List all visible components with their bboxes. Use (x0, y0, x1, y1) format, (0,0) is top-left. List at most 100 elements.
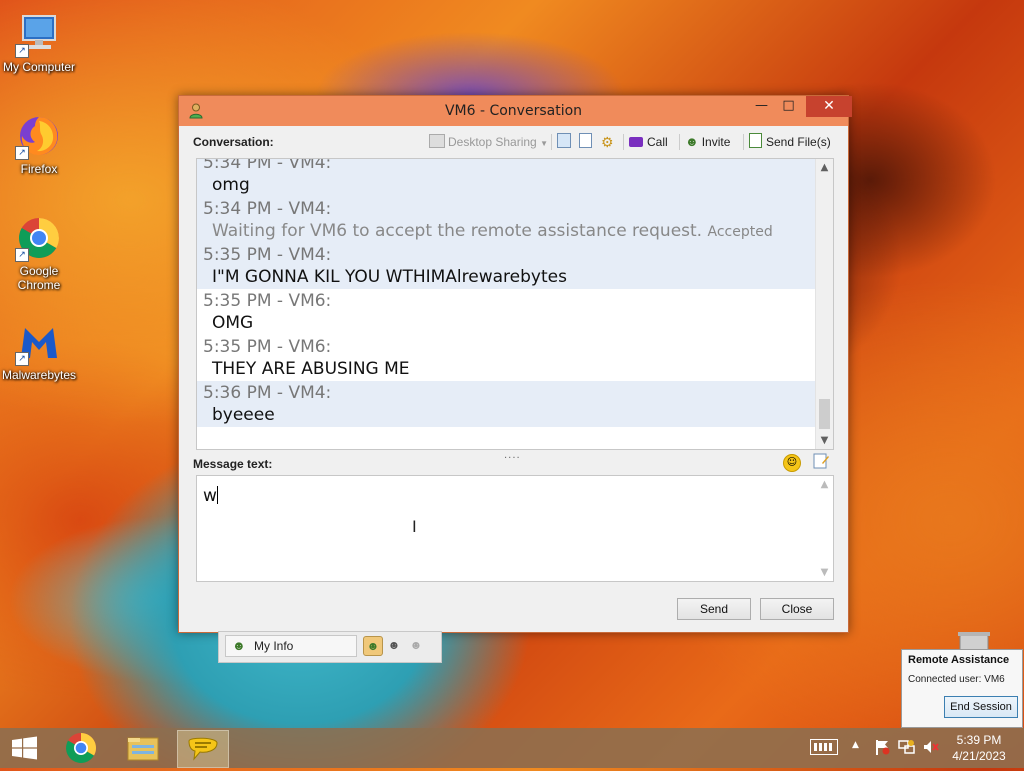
send-files-button[interactable]: Send File(s) (749, 133, 831, 151)
send-files-label: Send File(s) (766, 135, 831, 149)
desktop-icon-label: Google Chrome (17, 264, 61, 292)
message-header: 5:35 PM - VM6: (203, 337, 332, 357)
taskbar-messenger[interactable] (177, 730, 229, 768)
my-info-bar: ☻ My Info ☻ ☻ ☻ (218, 631, 442, 663)
desktop-icon-my-computer[interactable]: ↗ My Computer (1, 10, 77, 74)
firefox-icon: ↗ (15, 112, 63, 160)
desktop-icon-malwarebytes[interactable]: ↗ Malwarebytes (1, 318, 77, 382)
show-hidden-icons-button[interactable]: ▲ (852, 740, 859, 750)
close-button[interactable]: Close (760, 598, 834, 620)
chevron-down-icon: ▼ (540, 139, 548, 148)
document-button[interactable] (579, 133, 592, 151)
status-busy-icon[interactable]: ☻ (385, 636, 403, 654)
emoticon-icon[interactable]: ☺ (783, 454, 801, 472)
invite-button[interactable]: ☻ Invite (685, 133, 730, 151)
end-session-button[interactable]: End Session (944, 696, 1018, 718)
toolbar-divider (743, 134, 744, 150)
volume-muted-icon[interactable] (922, 739, 940, 759)
font-format-icon[interactable] (813, 453, 830, 470)
video-camera-icon (629, 137, 643, 147)
clock-time: 5:39 PM (956, 733, 1002, 747)
start-button[interactable] (0, 730, 50, 766)
toolbar-divider (679, 134, 680, 150)
accepted-status: Accepted (707, 224, 773, 240)
title-bar[interactable]: VM6 - Conversation — □ ✕ (179, 96, 852, 126)
desktop-icon-google-chrome[interactable]: ↗ Google Chrome (1, 214, 77, 292)
message-input-text[interactable]: w (203, 486, 218, 506)
user-icon: ☻ (232, 638, 246, 653)
document-icon (579, 133, 592, 148)
pane-splitter[interactable]: .... (504, 450, 521, 461)
message-entry: 5:34 PM - VM4: Waiting for VM6 to accept… (197, 197, 816, 243)
chat-bubble-icon (188, 737, 218, 761)
text-caret (216, 486, 218, 504)
folder-icon (127, 737, 159, 761)
activities-button[interactable]: ⚙ (601, 133, 614, 151)
chrome-icon: ↗ (15, 214, 63, 262)
message-entry: 5:34 PM - VM4: omg (197, 158, 816, 197)
conversation-scrollbar[interactable]: ▲ ▼ (815, 159, 833, 449)
input-scrollbar[interactable]: ▲ ▼ (816, 476, 833, 581)
remote-assistance-title: Remote Assistance (908, 654, 1010, 666)
users-icon: ☻ (685, 134, 699, 149)
desktop-icon-firefox[interactable]: ↗ Firefox (1, 112, 77, 176)
send-file-icon (749, 133, 762, 148)
desktop-icon-label: My Computer (2, 60, 76, 74)
maximize-button[interactable]: □ (775, 96, 802, 117)
message-header: 5:35 PM - VM6: (203, 291, 332, 311)
message-text: OMG (212, 313, 254, 333)
message-header: 5:36 PM - VM4: (203, 383, 332, 403)
my-info-label: My Info (254, 639, 294, 653)
desktop-sharing-icon (429, 134, 445, 148)
action-center-flag-icon[interactable] (874, 739, 890, 755)
status-online-icon[interactable]: ☻ (363, 636, 383, 656)
scroll-up-arrow[interactable]: ▲ (816, 476, 833, 493)
status-offline-icon[interactable]: ☻ (407, 636, 425, 654)
conversation-history[interactable]: 5:34 PM - VM4: omg 5:34 PM - VM4: Waitin… (196, 158, 834, 450)
message-text: omg (212, 175, 250, 195)
chrome-icon (65, 733, 97, 764)
computer-icon: ↗ (15, 10, 63, 58)
scroll-up-arrow[interactable]: ▲ (816, 159, 833, 176)
remote-assistance-panel: Remote Assistance Connected user: VM6 En… (901, 649, 1023, 728)
toolbar-divider (623, 134, 624, 150)
message-text-label: Message text: (193, 457, 273, 471)
invite-label: Invite (701, 135, 731, 149)
taskbar-file-explorer[interactable] (118, 730, 168, 766)
message-entry: 5:35 PM - VM4: I"M GONNA KIL YOU WTHIMAl… (197, 243, 816, 289)
message-header: 5:34 PM - VM4: (203, 158, 332, 173)
touch-keyboard-icon[interactable] (810, 739, 838, 755)
taskbar: ▲ 5:39 PM 4/21/2023 (0, 728, 1024, 768)
conversation-window: VM6 - Conversation — □ ✕ Conversation: D… (178, 95, 852, 633)
desktop-sharing-button[interactable]: Desktop Sharing ▼ (429, 133, 548, 151)
connected-user-text: Connected user: VM6 (908, 674, 1005, 685)
network-icon[interactable] (898, 739, 916, 759)
message-entry: 5:36 PM - VM4: byeeee (197, 381, 816, 427)
conversation-toolbar: Conversation: Desktop Sharing ▼ ⚙ Call ☻… (185, 130, 842, 154)
message-input-value: w (203, 486, 217, 506)
scrollbar-thumb[interactable] (819, 399, 830, 429)
message-text: byeeee (212, 405, 275, 425)
message-text: THEY ARE ABUSING ME (212, 359, 410, 379)
message-text: Waiting for VM6 to accept the remote ass… (212, 221, 773, 241)
malwarebytes-icon: ↗ (15, 318, 63, 366)
whiteboard-icon (557, 133, 571, 148)
message-text: I"M GONNA KIL YOU WTHIMAlrewarebytes (212, 267, 567, 287)
conversation-label: Conversation: (193, 135, 274, 149)
taskbar-clock[interactable]: 5:39 PM 4/21/2023 (944, 732, 1014, 764)
desktop-icon-label: Firefox (20, 162, 58, 176)
scroll-down-arrow[interactable]: ▼ (816, 432, 833, 449)
message-input[interactable]: w I ▲ ▼ (196, 475, 834, 582)
scroll-down-arrow[interactable]: ▼ (816, 564, 833, 581)
text-cursor-icon: I (412, 517, 417, 536)
my-info-button[interactable]: ☻ My Info (225, 635, 357, 657)
whiteboard-button[interactable] (557, 133, 571, 151)
send-button[interactable]: Send (677, 598, 751, 620)
call-button[interactable]: Call (629, 133, 668, 151)
minimize-button[interactable]: — (748, 96, 775, 117)
message-entry: 5:35 PM - VM6: THEY ARE ABUSING ME (197, 335, 816, 381)
close-window-button[interactable]: ✕ (806, 96, 852, 117)
message-header: 5:34 PM - VM4: (203, 199, 332, 219)
windows-logo-icon (12, 736, 37, 760)
taskbar-chrome[interactable] (56, 730, 106, 766)
